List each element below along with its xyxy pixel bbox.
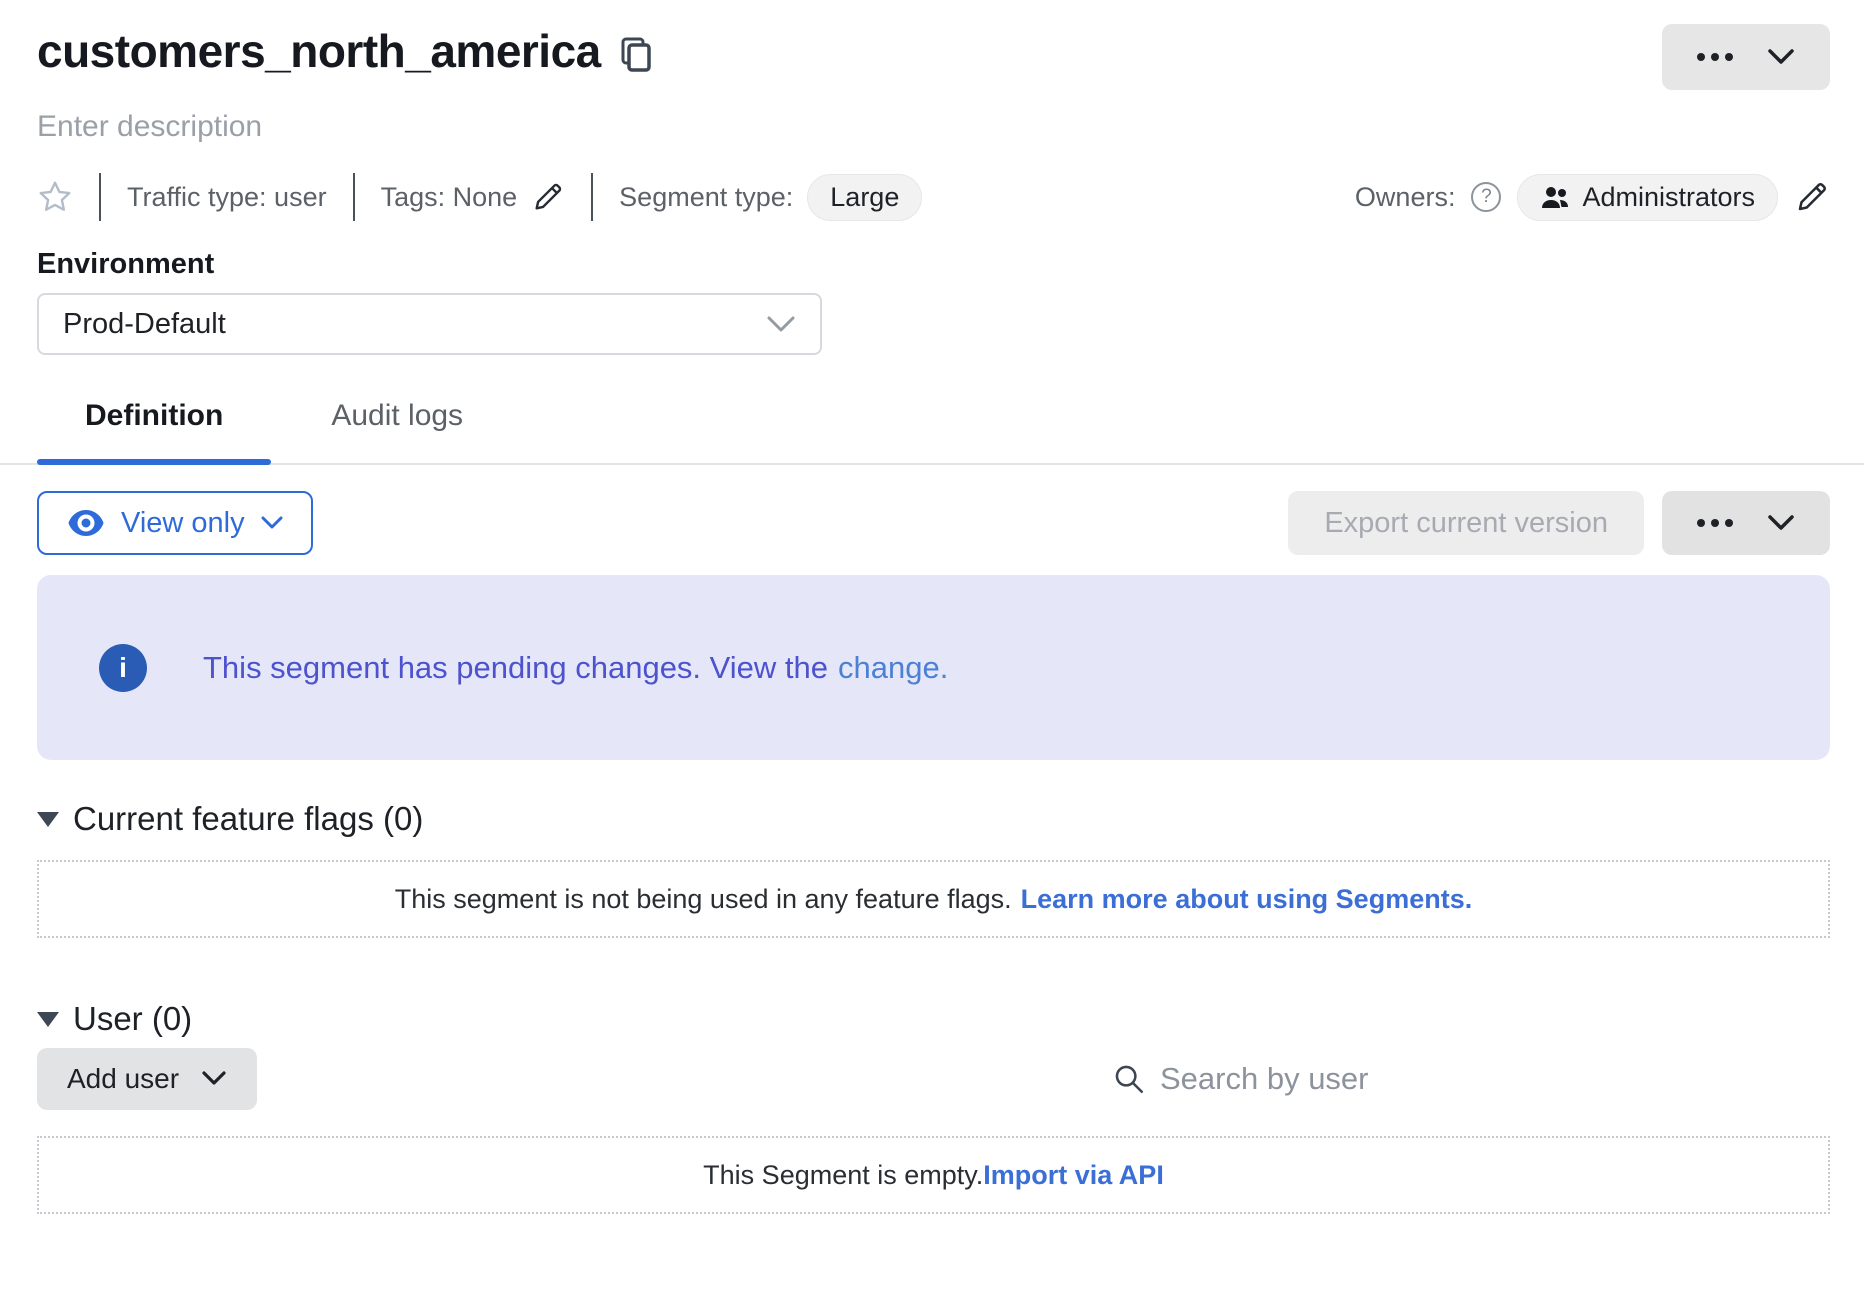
divider bbox=[353, 173, 355, 221]
segment-type-badge: Large bbox=[807, 174, 922, 221]
definition-toolbar: View only Export current version bbox=[37, 491, 1830, 555]
page-title: customers_north_america bbox=[37, 24, 601, 79]
chevron-down-icon bbox=[766, 315, 796, 334]
edit-owners-button[interactable] bbox=[1794, 179, 1830, 215]
feature-flags-section-toggle[interactable]: Current feature flags (0) bbox=[37, 800, 1830, 838]
environment-selected-value: Prod-Default bbox=[63, 308, 226, 341]
owners-value: Administrators bbox=[1582, 182, 1755, 213]
meta-left: Traffic type: user Tags: None Segment ty… bbox=[37, 173, 922, 221]
learn-more-link[interactable]: Learn more about using Segments. bbox=[1021, 884, 1473, 915]
environment-label: Environment bbox=[37, 248, 1830, 281]
divider bbox=[99, 173, 101, 221]
owners-badge[interactable]: Administrators bbox=[1517, 174, 1778, 221]
title-more-options-button[interactable] bbox=[1687, 24, 1743, 90]
edit-tags-button[interactable] bbox=[531, 180, 565, 214]
title-row: customers_north_america bbox=[37, 24, 1830, 90]
traffic-type-label: Traffic type: user bbox=[127, 182, 327, 213]
user-empty-state: This Segment is empty. Import via API bbox=[37, 1136, 1830, 1214]
user-section-title: User (0) bbox=[73, 1000, 192, 1038]
feature-flags-empty-text: This segment is not being used in any fe… bbox=[395, 884, 1012, 915]
toolbar-more-options-button[interactable] bbox=[1687, 491, 1743, 555]
tags-item: Tags: None bbox=[381, 180, 566, 214]
favorite-star-button[interactable] bbox=[37, 179, 73, 215]
tags-label: Tags: None bbox=[381, 182, 518, 213]
title-group: customers_north_america bbox=[37, 24, 653, 79]
feature-flags-empty-state: This segment is not being used in any fe… bbox=[37, 860, 1830, 938]
export-current-version-button[interactable]: Export current version bbox=[1288, 491, 1644, 555]
tab-definition[interactable]: Definition bbox=[37, 399, 271, 463]
search-by-user-input[interactable] bbox=[1160, 1061, 1580, 1097]
user-search bbox=[1112, 1061, 1580, 1097]
feature-flags-section-title: Current feature flags (0) bbox=[73, 800, 423, 838]
more-options-icon bbox=[1697, 519, 1733, 527]
import-via-api-link[interactable]: Import via API bbox=[983, 1160, 1164, 1191]
pencil-icon bbox=[1794, 179, 1830, 215]
copy-icon bbox=[619, 36, 653, 74]
chevron-down-icon bbox=[261, 516, 283, 530]
add-user-label: Add user bbox=[67, 1063, 179, 1095]
view-only-button[interactable]: View only bbox=[37, 491, 313, 555]
owners-group: Owners: ? Administrators bbox=[1355, 174, 1830, 221]
segment-type-label: Segment type: bbox=[619, 182, 793, 213]
chevron-down-icon bbox=[1767, 48, 1795, 66]
divider bbox=[591, 173, 593, 221]
pencil-icon bbox=[531, 180, 565, 214]
title-actions-dropdown-button[interactable] bbox=[1757, 24, 1805, 90]
pending-changes-banner: i This segment has pending changes. View… bbox=[37, 575, 1830, 760]
copy-name-button[interactable] bbox=[619, 36, 653, 74]
meta-row: Traffic type: user Tags: None Segment ty… bbox=[37, 172, 1830, 222]
collapse-triangle-icon bbox=[37, 812, 59, 827]
banner-message-text: This segment has pending changes. View t… bbox=[203, 650, 828, 685]
toolbar-right: Export current version bbox=[1288, 491, 1830, 555]
owners-help-icon[interactable]: ? bbox=[1471, 182, 1501, 212]
environment-select[interactable]: Prod-Default bbox=[37, 293, 822, 355]
info-icon: i bbox=[99, 644, 147, 692]
description-field[interactable]: Enter description bbox=[37, 110, 1830, 144]
user-controls-row: Add user bbox=[37, 1048, 1830, 1110]
star-icon bbox=[37, 179, 73, 215]
title-actions-split-button bbox=[1662, 24, 1830, 90]
eye-icon bbox=[67, 508, 105, 538]
tab-audit-logs[interactable]: Audit logs bbox=[283, 399, 511, 463]
segment-type-item: Segment type: Large bbox=[619, 174, 922, 221]
more-options-icon bbox=[1697, 53, 1733, 61]
people-icon bbox=[1540, 184, 1570, 210]
search-icon bbox=[1112, 1062, 1146, 1096]
owners-label: Owners: bbox=[1355, 182, 1456, 213]
segment-detail-page: customers_north_america Enter descriptio… bbox=[0, 24, 1864, 1304]
chevron-down-icon bbox=[1767, 514, 1795, 532]
user-empty-text: This Segment is empty. bbox=[703, 1160, 983, 1191]
view-change-link[interactable]: change. bbox=[838, 650, 948, 685]
tab-bar: Definition Audit logs bbox=[0, 399, 1864, 465]
add-user-button[interactable]: Add user bbox=[37, 1048, 257, 1110]
view-only-label: View only bbox=[121, 507, 245, 540]
banner-message: This segment has pending changes. View t… bbox=[203, 650, 948, 686]
chevron-down-icon bbox=[201, 1071, 227, 1087]
collapse-triangle-icon bbox=[37, 1012, 59, 1027]
user-section-toggle[interactable]: User (0) bbox=[37, 1000, 1830, 1038]
toolbar-split-button bbox=[1662, 491, 1830, 555]
toolbar-dropdown-button[interactable] bbox=[1757, 491, 1805, 555]
